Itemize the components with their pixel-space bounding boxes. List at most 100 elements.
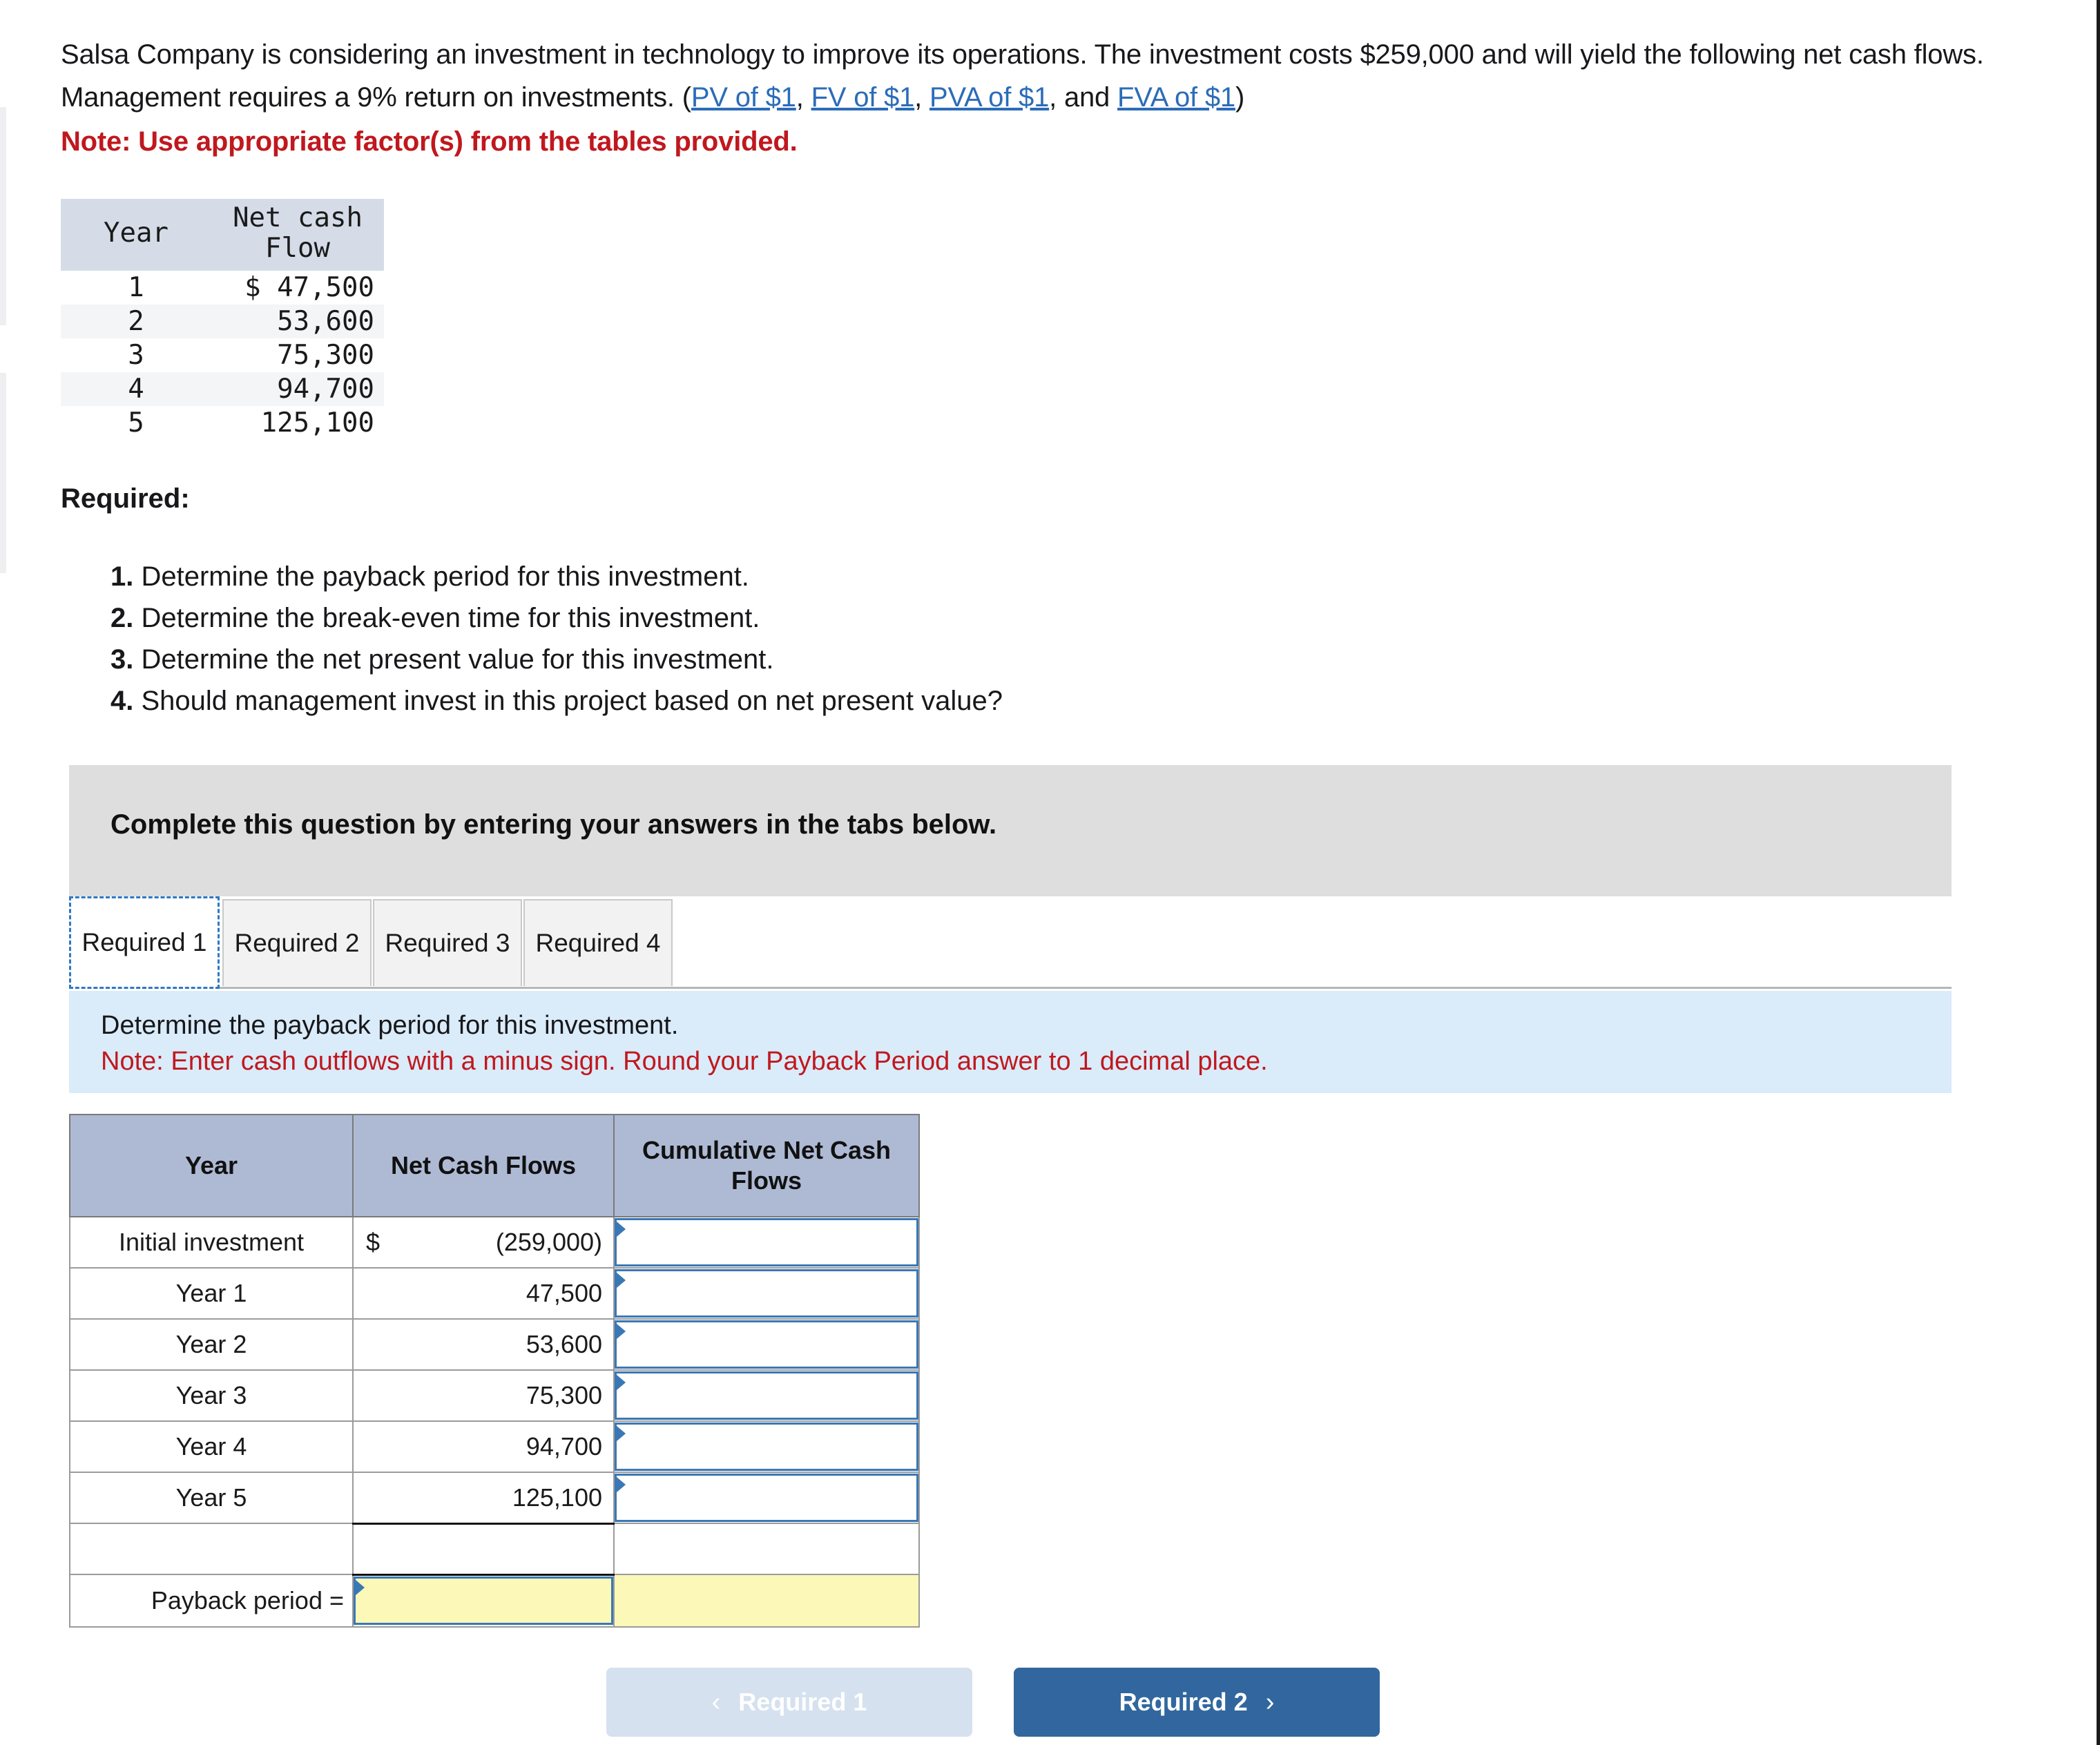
row-label: Year 1 bbox=[69, 1267, 354, 1320]
tab-required-2[interactable]: Required 2 bbox=[222, 899, 372, 986]
cell-flow: 94,700 bbox=[211, 372, 384, 406]
cell-flow: 53,600 bbox=[211, 305, 384, 338]
dollar-sign: $ bbox=[366, 1228, 380, 1256]
next-required-2-button[interactable]: Required 2 › bbox=[1014, 1668, 1380, 1737]
cell-flow: $ 47,500 bbox=[244, 272, 374, 303]
list-item: 4. Should management invest in this proj… bbox=[110, 680, 1003, 722]
prompt-sep-3: , and bbox=[1049, 82, 1118, 113]
cell-year: 5 bbox=[128, 407, 144, 438]
list-item: 2. Determine the break-even time for thi… bbox=[110, 597, 1003, 639]
page-right-border bbox=[2097, 0, 2100, 1745]
cumulative-input-cell[interactable] bbox=[613, 1267, 920, 1320]
tab-label: Required 2 bbox=[234, 929, 360, 957]
question-page: Salsa Company is considering an investme… bbox=[0, 0, 2097, 1745]
table-row: 4 94,700 bbox=[61, 372, 384, 406]
cumulative-input-cell[interactable] bbox=[613, 1420, 920, 1473]
instruction-note: Note: Enter cash outflows with a minus s… bbox=[101, 1047, 1268, 1076]
payback-period-input-cell[interactable] bbox=[352, 1574, 615, 1628]
row-net-cash-flow bbox=[352, 1522, 615, 1576]
payback-period-answer-table: Year Net Cash Flows Cumulative Net Cash … bbox=[69, 1114, 920, 1628]
column-header-year: Year bbox=[69, 1114, 354, 1217]
cumulative-input-0[interactable] bbox=[615, 1218, 918, 1266]
table-row: Year 3 75,300 bbox=[69, 1369, 920, 1422]
payback-period-cumulative-cell bbox=[613, 1574, 920, 1628]
payback-period-label: Payback period = bbox=[69, 1574, 354, 1628]
required-heading: Required: bbox=[61, 483, 190, 514]
column-header-cumulative-net-cash-flows: Cumulative Net Cash Flows bbox=[613, 1114, 920, 1217]
complete-question-banner: Complete this question by entering your … bbox=[69, 765, 1952, 896]
cumulative-input-2[interactable] bbox=[615, 1320, 918, 1369]
row-label: Year 4 bbox=[69, 1420, 354, 1473]
row-label bbox=[69, 1523, 354, 1575]
tab-required-4[interactable]: Required 4 bbox=[523, 899, 673, 986]
table-row: 3 75,300 bbox=[61, 338, 384, 372]
table-row: Initial investment $ (259,000) bbox=[69, 1216, 920, 1269]
link-pv-of-1[interactable]: PV of $1 bbox=[691, 82, 796, 113]
required-list: 1. Determine the payback period for this… bbox=[110, 556, 1003, 722]
table-row-subtotal-blank bbox=[69, 1522, 920, 1576]
row-label: Initial investment bbox=[69, 1216, 354, 1269]
prev-required-1-button[interactable]: ‹ Required 1 bbox=[606, 1668, 972, 1737]
column-header-line1: Net cash bbox=[233, 202, 363, 233]
tab-required-3[interactable]: Required 3 bbox=[373, 899, 522, 986]
payback-period-input[interactable] bbox=[354, 1577, 613, 1626]
cumulative-input-5[interactable] bbox=[615, 1474, 918, 1522]
row-cumulative bbox=[613, 1523, 920, 1575]
table-row: Year 1 47,500 bbox=[69, 1267, 920, 1320]
table-row-payback: Payback period = bbox=[69, 1574, 920, 1628]
row-net-cash-flow: 47,500 bbox=[352, 1267, 615, 1320]
prompt-sep-2: , bbox=[914, 82, 929, 113]
row-net-cash-flow: 53,600 bbox=[352, 1318, 615, 1371]
required-tab-strip: Required 1 Required 2 Required 3 Require… bbox=[69, 896, 1952, 989]
cumulative-input-cell[interactable] bbox=[613, 1216, 920, 1269]
cumulative-input-1[interactable] bbox=[615, 1269, 918, 1318]
column-header-line2: Flows bbox=[731, 1166, 802, 1195]
tab-label: Required 1 bbox=[81, 928, 207, 956]
instruction-line: Determine the payback period for this in… bbox=[101, 1011, 679, 1040]
next-button-label: Required 2 bbox=[1119, 1688, 1248, 1716]
cell-flow: 125,100 bbox=[260, 407, 374, 438]
list-item-label: Should management invest in this project… bbox=[141, 686, 1003, 716]
cumulative-input-3[interactable] bbox=[615, 1371, 918, 1420]
table-row: 2 53,600 bbox=[61, 305, 384, 338]
table-row: 5 125,100 bbox=[61, 406, 384, 440]
net-cash-flow-table: Year Net cash Flow 1 $ 47,500 2 53,600 3… bbox=[61, 199, 384, 440]
table-row: Year 5 125,100 bbox=[69, 1472, 920, 1524]
column-header-line1: Cumulative Net Cash bbox=[642, 1136, 892, 1164]
tab-baseline bbox=[69, 987, 1952, 989]
cell-flow: 75,300 bbox=[277, 340, 374, 371]
row-net-cash-flow: 125,100 bbox=[352, 1472, 615, 1524]
list-item-number: 1. bbox=[110, 561, 134, 592]
answer-table-header-row: Year Net Cash Flows Cumulative Net Cash … bbox=[69, 1114, 920, 1217]
cumulative-input-cell[interactable] bbox=[613, 1318, 920, 1371]
tab-required-1[interactable]: Required 1 bbox=[69, 896, 220, 989]
link-fv-of-1[interactable]: FV of $1 bbox=[811, 82, 915, 113]
row-net-cash-flow: 75,300 bbox=[352, 1369, 615, 1422]
banner-text: Complete this question by entering your … bbox=[110, 809, 997, 840]
payback-period-cumulative-fill bbox=[615, 1575, 918, 1626]
list-item: 1. Determine the payback period for this… bbox=[110, 556, 1003, 597]
table-row: Year 2 53,600 bbox=[69, 1318, 920, 1371]
table-row: 1 $ 47,500 bbox=[61, 271, 384, 305]
list-item-label: Determine the payback period for this in… bbox=[141, 561, 749, 592]
row-value: 53,600 bbox=[526, 1330, 602, 1358]
chevron-right-icon: › bbox=[1265, 1687, 1275, 1717]
list-item-number: 3. bbox=[110, 644, 134, 675]
prompt-sep-1: , bbox=[796, 82, 811, 113]
cumulative-input-cell[interactable] bbox=[613, 1369, 920, 1422]
row-value: 125,100 bbox=[512, 1483, 602, 1512]
page-edge-tick-bottom bbox=[0, 373, 6, 573]
cell-year: 2 bbox=[61, 305, 211, 338]
list-item-number: 4. bbox=[110, 686, 134, 716]
row-net-cash-flow: 94,700 bbox=[352, 1420, 615, 1473]
row-label: Year 5 bbox=[69, 1472, 354, 1524]
cell-year: 1 bbox=[128, 272, 144, 303]
row-value: 94,700 bbox=[526, 1432, 602, 1460]
cell-year: 4 bbox=[61, 372, 211, 406]
tab-label: Required 3 bbox=[385, 929, 510, 957]
link-pva-of-1[interactable]: PVA of $1 bbox=[929, 82, 1049, 113]
column-header-year: Year bbox=[61, 199, 211, 271]
cumulative-input-4[interactable] bbox=[615, 1423, 918, 1471]
cumulative-input-cell[interactable] bbox=[613, 1472, 920, 1524]
link-fva-of-1[interactable]: FVA of $1 bbox=[1117, 82, 1235, 113]
